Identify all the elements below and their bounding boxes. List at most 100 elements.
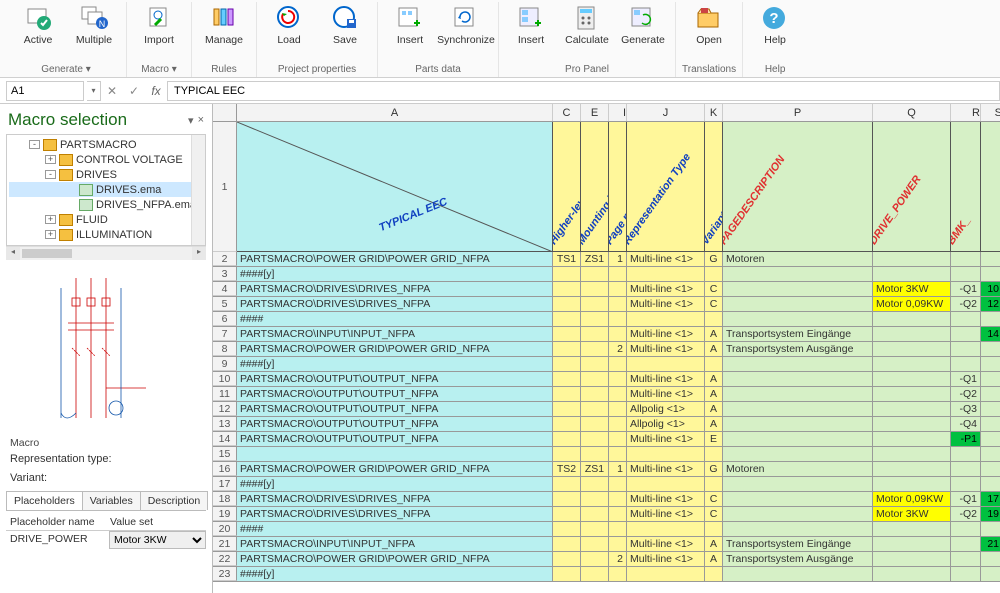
- cell[interactable]: [609, 567, 627, 581]
- cell[interactable]: [723, 357, 873, 371]
- cell[interactable]: -Q3: [951, 402, 981, 416]
- load-btn[interactable]: Load: [263, 2, 315, 48]
- cell[interactable]: [581, 282, 609, 296]
- cell[interactable]: [981, 357, 1000, 371]
- row-number[interactable]: 8: [213, 342, 237, 356]
- cell[interactable]: [981, 312, 1000, 326]
- panel-pin-icon[interactable]: ▾: [188, 114, 194, 127]
- tab-variables[interactable]: Variables: [82, 491, 141, 510]
- cell[interactable]: Multi-line <1>: [627, 282, 705, 296]
- cell[interactable]: [873, 372, 951, 386]
- cell[interactable]: PARTSMACRO\DRIVES\DRIVES_NFPA: [237, 297, 553, 311]
- table-row[interactable]: 11PARTSMACRO\OUTPUT\OUTPUT_NFPAMulti-lin…: [213, 387, 1000, 402]
- cell[interactable]: [609, 372, 627, 386]
- cell[interactable]: 17: [981, 492, 1000, 506]
- cell[interactable]: [553, 492, 581, 506]
- cell[interactable]: [951, 462, 981, 476]
- tab-placeholders[interactable]: Placeholders: [6, 491, 83, 510]
- tree-toggle-icon[interactable]: +: [45, 215, 56, 224]
- column-header[interactable]: P: [723, 104, 873, 121]
- cell[interactable]: 2: [609, 342, 627, 356]
- active-btn[interactable]: Active: [12, 2, 64, 48]
- cell[interactable]: PARTSMACRO\POWER GRID\POWER GRID_NFPA: [237, 342, 553, 356]
- cell[interactable]: -Q2: [951, 387, 981, 401]
- name-box-dropdown[interactable]: ▾: [87, 81, 101, 101]
- cell[interactable]: ####[y]: [237, 267, 553, 281]
- cell[interactable]: [609, 522, 627, 536]
- cell[interactable]: [723, 492, 873, 506]
- cell[interactable]: Transportsystem Ausgänge: [723, 552, 873, 566]
- generate-btn[interactable]: Generate: [617, 2, 669, 48]
- cell[interactable]: A: [705, 387, 723, 401]
- row-number[interactable]: 15: [213, 447, 237, 461]
- cell[interactable]: A: [705, 372, 723, 386]
- cell[interactable]: [705, 447, 723, 461]
- insert-panel-btn[interactable]: Insert: [505, 2, 557, 48]
- cell[interactable]: [951, 342, 981, 356]
- cell[interactable]: [581, 522, 609, 536]
- cell[interactable]: [553, 312, 581, 326]
- cell[interactable]: [951, 537, 981, 551]
- row-number[interactable]: 9: [213, 357, 237, 371]
- cell[interactable]: -Q2: [951, 507, 981, 521]
- cell[interactable]: ####: [237, 522, 553, 536]
- cell[interactable]: C: [705, 507, 723, 521]
- cell[interactable]: [581, 432, 609, 446]
- cell[interactable]: Motor 3KW: [873, 282, 951, 296]
- cell[interactable]: ####[y]: [237, 567, 553, 581]
- cell[interactable]: Multi-line <1>: [627, 537, 705, 551]
- cell[interactable]: [609, 297, 627, 311]
- cell[interactable]: [951, 552, 981, 566]
- tree-hscrollbar[interactable]: ◂▸: [6, 246, 206, 260]
- header-cell[interactable]: PAGEDESCRIPTION: [723, 122, 873, 251]
- cell[interactable]: A: [705, 417, 723, 431]
- tree-item[interactable]: +CONTROL VOLTAGE: [9, 152, 203, 167]
- row-number[interactable]: 20: [213, 522, 237, 536]
- tree-scrollbar[interactable]: [191, 135, 205, 245]
- cell[interactable]: [981, 447, 1000, 461]
- cell[interactable]: Multi-line <1>: [627, 387, 705, 401]
- cell[interactable]: 1: [609, 252, 627, 266]
- save-btn[interactable]: Save: [319, 2, 371, 48]
- cell[interactable]: [705, 567, 723, 581]
- row-number[interactable]: 14: [213, 432, 237, 446]
- cell[interactable]: [951, 252, 981, 266]
- tab-description[interactable]: Description: [140, 491, 209, 510]
- cell[interactable]: [609, 537, 627, 551]
- row-number[interactable]: 13: [213, 417, 237, 431]
- cell[interactable]: [705, 477, 723, 491]
- header-cell[interactable]: TYPICAL EEC: [237, 122, 553, 251]
- column-header[interactable]: A: [237, 104, 553, 121]
- cell[interactable]: C: [705, 297, 723, 311]
- cell[interactable]: [581, 387, 609, 401]
- cell[interactable]: A: [705, 342, 723, 356]
- table-row[interactable]: 15: [213, 447, 1000, 462]
- cell[interactable]: [627, 447, 705, 461]
- cell[interactable]: [981, 567, 1000, 581]
- table-row[interactable]: 4PARTSMACRO\DRIVES\DRIVES_NFPAMulti-line…: [213, 282, 1000, 297]
- cell[interactable]: [609, 492, 627, 506]
- cell[interactable]: [609, 267, 627, 281]
- cell[interactable]: [237, 447, 553, 461]
- cell[interactable]: [873, 327, 951, 341]
- row-number[interactable]: 10: [213, 372, 237, 386]
- cell[interactable]: -Q1: [951, 372, 981, 386]
- column-header[interactable]: J: [627, 104, 705, 121]
- cell[interactable]: [627, 567, 705, 581]
- cell[interactable]: Allpolig <1>: [627, 402, 705, 416]
- row-number[interactable]: 22: [213, 552, 237, 566]
- formula-input[interactable]: [167, 81, 1000, 101]
- cell[interactable]: [981, 252, 1000, 266]
- cell[interactable]: PARTSMACRO\POWER GRID\POWER GRID_NFPA: [237, 552, 553, 566]
- cell[interactable]: A: [705, 402, 723, 416]
- cell[interactable]: [705, 357, 723, 371]
- cell[interactable]: PARTSMACRO\DRIVES\DRIVES_NFPA: [237, 282, 553, 296]
- cell[interactable]: -Q2: [951, 297, 981, 311]
- cell[interactable]: [553, 372, 581, 386]
- cell[interactable]: PARTSMACRO\OUTPUT\OUTPUT_NFPA: [237, 402, 553, 416]
- cell[interactable]: 12: [981, 297, 1000, 311]
- cell[interactable]: [951, 567, 981, 581]
- cell[interactable]: [627, 267, 705, 281]
- table-row[interactable]: 9####[y]: [213, 357, 1000, 372]
- cell[interactable]: [723, 312, 873, 326]
